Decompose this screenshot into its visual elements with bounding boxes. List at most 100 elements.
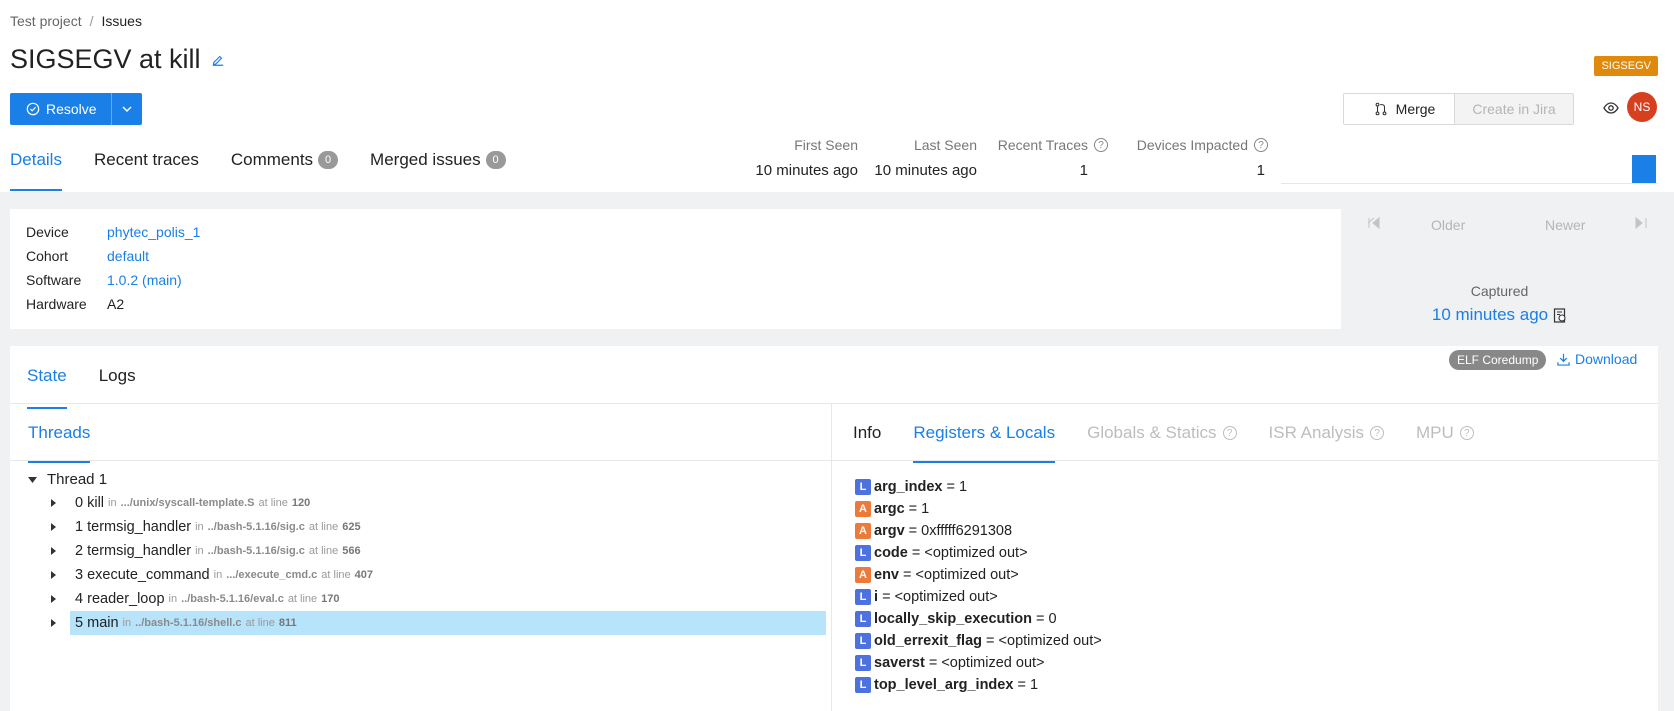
stat-devices-impacted: Devices Impacted? 1 — [1115, 137, 1268, 179]
breadcrumb-project[interactable]: Test project — [10, 13, 82, 29]
frame-path: ../bash-5.1.16/sig.c — [207, 521, 305, 533]
frame-index: 5 — [75, 615, 84, 631]
help-icon[interactable]: ? — [1369, 426, 1384, 440]
document-clock-icon[interactable] — [1553, 307, 1567, 323]
captured-when: 10 minutes ago — [1432, 305, 1567, 325]
variable-name: saverst — [874, 655, 925, 671]
tab-recent-traces-label: Recent traces — [93, 150, 199, 169]
software-row: Software 1.0.2 (main) — [26, 272, 182, 288]
signal-tag: SIGSEGV — [1594, 56, 1658, 76]
tab-isr-analysis-label: ISR Analysis — [1268, 423, 1364, 442]
tab-threads[interactable]: Threads — [28, 423, 91, 463]
variable-name: env — [874, 567, 899, 583]
help-icon[interactable]: ? — [1459, 426, 1474, 440]
cohort-row: Cohort default — [26, 248, 149, 264]
variable-row[interactable]: Li = <optimized out> — [855, 587, 998, 607]
variable-row[interactable]: Larg_index = 1 — [855, 477, 967, 497]
stack-frame[interactable]: 0 kill in .../unix/syscall-template.S at li… — [51, 491, 826, 515]
frame-body: 0 kill in .../unix/syscall-template.S at li… — [70, 491, 826, 515]
issue-title: SIGSEGV at kill — [10, 44, 201, 74]
captured-label: Captured — [1470, 283, 1529, 299]
resolve-button[interactable]: Resolve — [10, 93, 112, 125]
variable-equals: = — [903, 567, 912, 583]
stack-frame[interactable]: 2 termsig_handler in ../bash-5.1.16/sig.c a… — [51, 539, 826, 563]
variable-name: argc — [874, 501, 905, 517]
help-icon[interactable]: ? — [1254, 138, 1268, 152]
software-link[interactable]: 1.0.2 (main) — [107, 272, 182, 288]
stack-frame[interactable]: 3 execute_command in .../execute_cmd.c at l… — [51, 563, 826, 587]
variable-name: locally_skip_execution — [874, 611, 1032, 627]
frame-in: in — [195, 545, 204, 557]
captured-time-link[interactable]: 10 minutes ago — [1432, 305, 1548, 325]
watch-eye-icon[interactable] — [1603, 100, 1619, 116]
variable-row[interactable]: Aargc = 1 — [855, 499, 929, 519]
recent-traces-label: Recent Traces — [997, 137, 1088, 153]
last-seen-value: 10 minutes ago — [874, 162, 977, 179]
frame-function: termsig_handler — [87, 543, 192, 559]
variable-row[interactable]: Ltop_level_arg_index = 1 — [855, 675, 1038, 695]
resolve-dropdown-button[interactable] — [112, 93, 142, 125]
tab-globals-statics[interactable]: Globals & Statics? — [1087, 423, 1237, 463]
variable-row[interactable]: Lcode = <optimized out> — [855, 543, 1028, 563]
cohort-link[interactable]: default — [107, 248, 149, 264]
variable-equals: = — [1017, 677, 1026, 693]
variable-name: top_level_arg_index — [874, 677, 1014, 693]
tab-comments[interactable]: Comments 0 — [231, 150, 339, 188]
variable-equals: = — [986, 633, 995, 649]
variable-value: 1 — [1029, 677, 1039, 693]
tab-info[interactable]: Info — [853, 423, 881, 463]
frame-index: 4 — [75, 591, 84, 607]
stack-frame-selected[interactable]: 5 main in ../bash-5.1.16/shell.c at line 811 — [51, 611, 826, 635]
stack-frame[interactable]: 1 termsig_handler in ../bash-5.1.16/sig.c a… — [51, 515, 826, 539]
tab-state[interactable]: State — [27, 366, 67, 409]
hardware-key: Hardware — [26, 296, 87, 312]
devices-impacted-label-wrap: Devices Impacted? — [1115, 137, 1268, 153]
help-icon[interactable]: ? — [1094, 138, 1108, 152]
local-badge: L — [855, 589, 871, 605]
sparkline-bar[interactable] — [1632, 155, 1656, 183]
help-icon[interactable]: ? — [1222, 426, 1237, 440]
first-trace-icon[interactable] — [1367, 217, 1381, 229]
stack-frame[interactable]: 4 reader_loop in ../bash-5.1.16/eval.c at l… — [51, 587, 826, 611]
variable-row[interactable]: Llocally_skip_execution = 0 — [855, 609, 1057, 629]
variable-row[interactable]: Aenv = <optimized out> — [855, 565, 1019, 585]
create-in-jira-button[interactable]: Create in Jira — [1454, 93, 1574, 125]
download-link[interactable]: Download — [1557, 351, 1637, 367]
variable-name: i — [874, 589, 879, 605]
merge-button[interactable]: Merge — [1343, 93, 1466, 125]
variable-row[interactable]: Lsaverst = <optimized out> — [855, 653, 1045, 673]
device-link[interactable]: phytec_polis_1 — [107, 224, 200, 240]
variable-equals: = — [908, 523, 918, 539]
captured-info: Captured 10 minutes ago — [1341, 283, 1658, 325]
newer-button[interactable]: Newer — [1545, 217, 1585, 233]
panel-divider — [831, 404, 832, 711]
tab-recent-traces[interactable]: Recent traces — [94, 150, 199, 188]
variable-equals: = — [908, 501, 918, 517]
older-button[interactable]: Older — [1431, 217, 1465, 233]
frame-index: 0 — [75, 495, 84, 511]
last-trace-icon[interactable] — [1634, 217, 1648, 229]
variable-equals: = — [911, 545, 921, 561]
user-avatar[interactable]: NS — [1627, 92, 1657, 122]
breadcrumb: Test project / Issues — [10, 13, 142, 29]
divider — [10, 403, 1658, 404]
tab-details[interactable]: Details — [10, 150, 62, 191]
thread-node[interactable]: Thread 1 — [28, 471, 107, 488]
cohort-key: Cohort — [26, 248, 69, 264]
tab-registers-locals[interactable]: Registers & Locals — [913, 423, 1055, 463]
variable-row[interactable]: Aargv = 0xfffff6291308 — [855, 521, 1012, 541]
edit-pencil-icon[interactable] — [211, 53, 225, 67]
devices-impacted-label: Devices Impacted — [1136, 137, 1248, 153]
variable-row[interactable]: Lold_errexit_flag = <optimized out> — [855, 631, 1102, 651]
tab-mpu[interactable]: MPU? — [1416, 423, 1474, 463]
download-icon — [1557, 353, 1570, 366]
tab-isr-analysis[interactable]: ISR Analysis? — [1269, 423, 1384, 463]
frame-line: 566 — [342, 545, 361, 557]
download-label: Download — [1575, 351, 1638, 367]
merge-label: Merge — [1395, 101, 1436, 117]
variable-value: 0xfffff6291308 — [921, 523, 1013, 539]
tab-logs[interactable]: Logs — [99, 366, 136, 408]
variable-name: old_errexit_flag — [874, 633, 982, 649]
frame-at: at line — [308, 521, 339, 533]
tab-merged-issues[interactable]: Merged issues 0 — [370, 150, 506, 188]
